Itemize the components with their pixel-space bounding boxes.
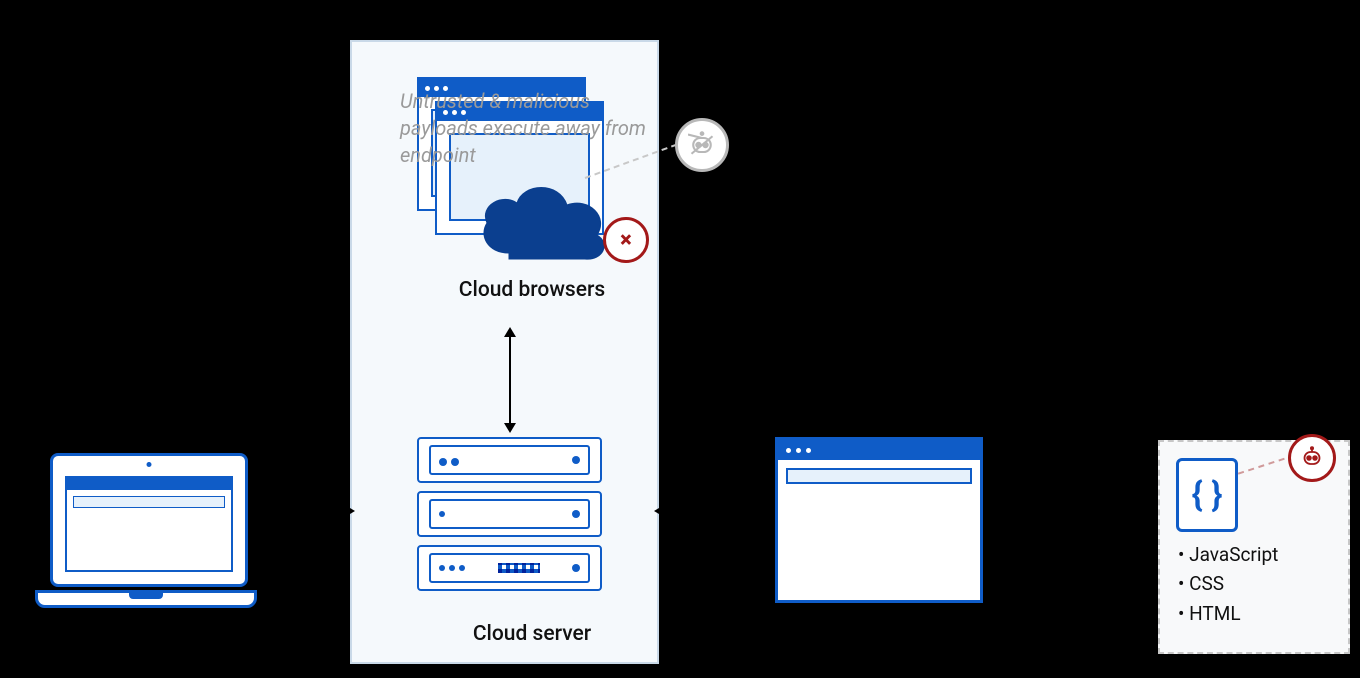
arrowhead-right-icon [345,505,355,517]
threat-robot-icon [1288,434,1336,482]
server-unit [417,437,602,483]
list-item: JavaScript [1178,540,1278,569]
list-item: HTML [1178,599,1278,628]
server-unit [417,491,602,537]
remote-browser-window [775,437,983,603]
diagram-canvas: × Cloud browsers Cloud server [0,0,1360,678]
arrow-laptop-to-cloud [260,510,345,512]
laptop-icon [35,453,257,608]
threat-robot-icon [675,118,729,172]
arrowhead-left-icon [654,505,664,517]
list-item: CSS [1178,569,1278,598]
cloud-server-label: Cloud server [432,622,632,646]
arrowhead-down-icon [504,423,516,433]
block-icon: × [603,217,649,263]
web-content-box: { } JavaScript CSS HTML [1158,440,1350,654]
laptop-screen [50,453,248,587]
arrowhead-up-icon [504,327,516,337]
code-braces-icon: { } [1176,458,1238,532]
threat-caption: Untrusted & malicious payloads execute a… [400,88,660,169]
arrow-browser-to-cloud [662,510,767,512]
arrow-vertical [509,335,511,425]
web-content-list: JavaScript CSS HTML [1178,540,1278,628]
cloud-browsers-label: Cloud browsers [432,278,632,302]
laptop-base [35,590,257,608]
laptop-browser-window [65,476,233,572]
cloud-server-graphic [417,437,602,599]
cloud-icon [469,173,619,273]
server-unit [417,545,602,591]
